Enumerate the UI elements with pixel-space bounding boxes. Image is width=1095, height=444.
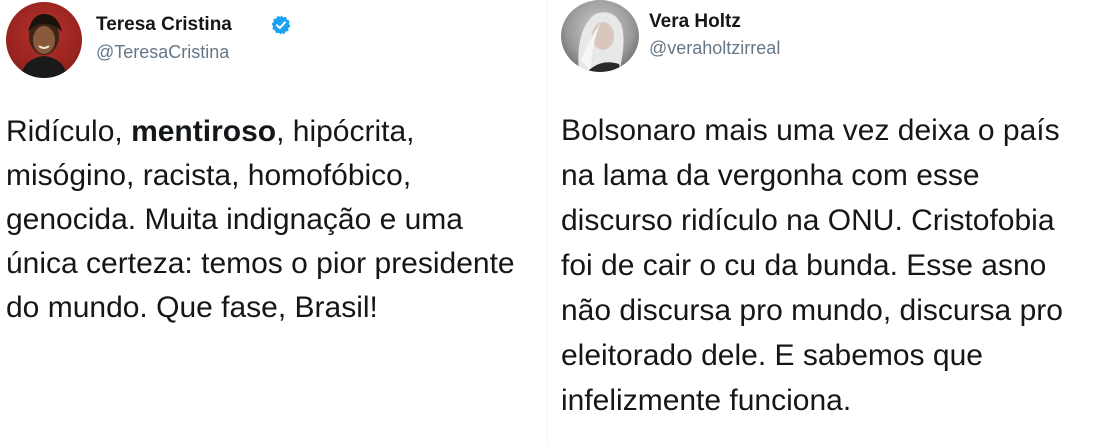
avatar[interactable] [561,0,639,72]
screenshot-collage: Teresa Cristina @TeresaCristina Ridículo… [0,0,1095,444]
tweet-text-line: na lama da vergonha com esse [561,159,980,192]
tweet-text-line: única certeza: temos o pior presidente [6,247,515,280]
tweet-text: Ridículo, mentiroso, hipócrita, misógino… [6,110,546,330]
tweet-text-line: discurso ridículo na ONU. Cristofobia [561,204,1055,237]
user-handle[interactable]: @TeresaCristina [96,42,229,63]
profile-photo-icon [20,14,68,78]
user-handle[interactable]: @veraholtzirreal [649,38,780,59]
tweet-text: Bolsonaro mais uma vez deixa o país na l… [561,108,1091,423]
tweet-teresa-cristina[interactable]: Teresa Cristina @TeresaCristina Ridículo… [0,0,548,444]
tweet-text-line: Ridículo, mentiroso, hipócrita, [6,110,546,154]
display-name[interactable]: Vera Holtz [649,11,741,33]
tweet-text-line: genocida. Muita indignação e uma [6,203,463,236]
tweet-text-line: foi de cair o cu da bunda. Esse asno [561,249,1047,282]
display-name[interactable]: Teresa Cristina [96,14,232,36]
tweet-text-line: eleitorado dele. E sabemos que [561,339,983,372]
tweet-text-line: Bolsonaro mais uma vez deixa o país [561,114,1060,147]
text-segment: , hipócrita, [276,115,415,148]
tweet-text-line: infelizmente funciona. [561,384,852,417]
avatar[interactable] [6,2,82,78]
profile-photo-icon [578,12,624,72]
tweet-text-line: não discursa pro mundo, discursa pro [561,294,1063,327]
tweet-text-line: do mundo. Que fase, Brasil! [6,291,378,324]
verified-badge-icon [271,15,291,35]
bold-text: mentiroso [131,115,277,148]
tweet-vera-holtz[interactable]: Vera Holtz @veraholtzirreal Bolsonaro ma… [548,0,1095,444]
text-segment: Ridículo, [6,115,132,148]
tweet-text-line: misógino, racista, homofóbico, [6,159,412,192]
